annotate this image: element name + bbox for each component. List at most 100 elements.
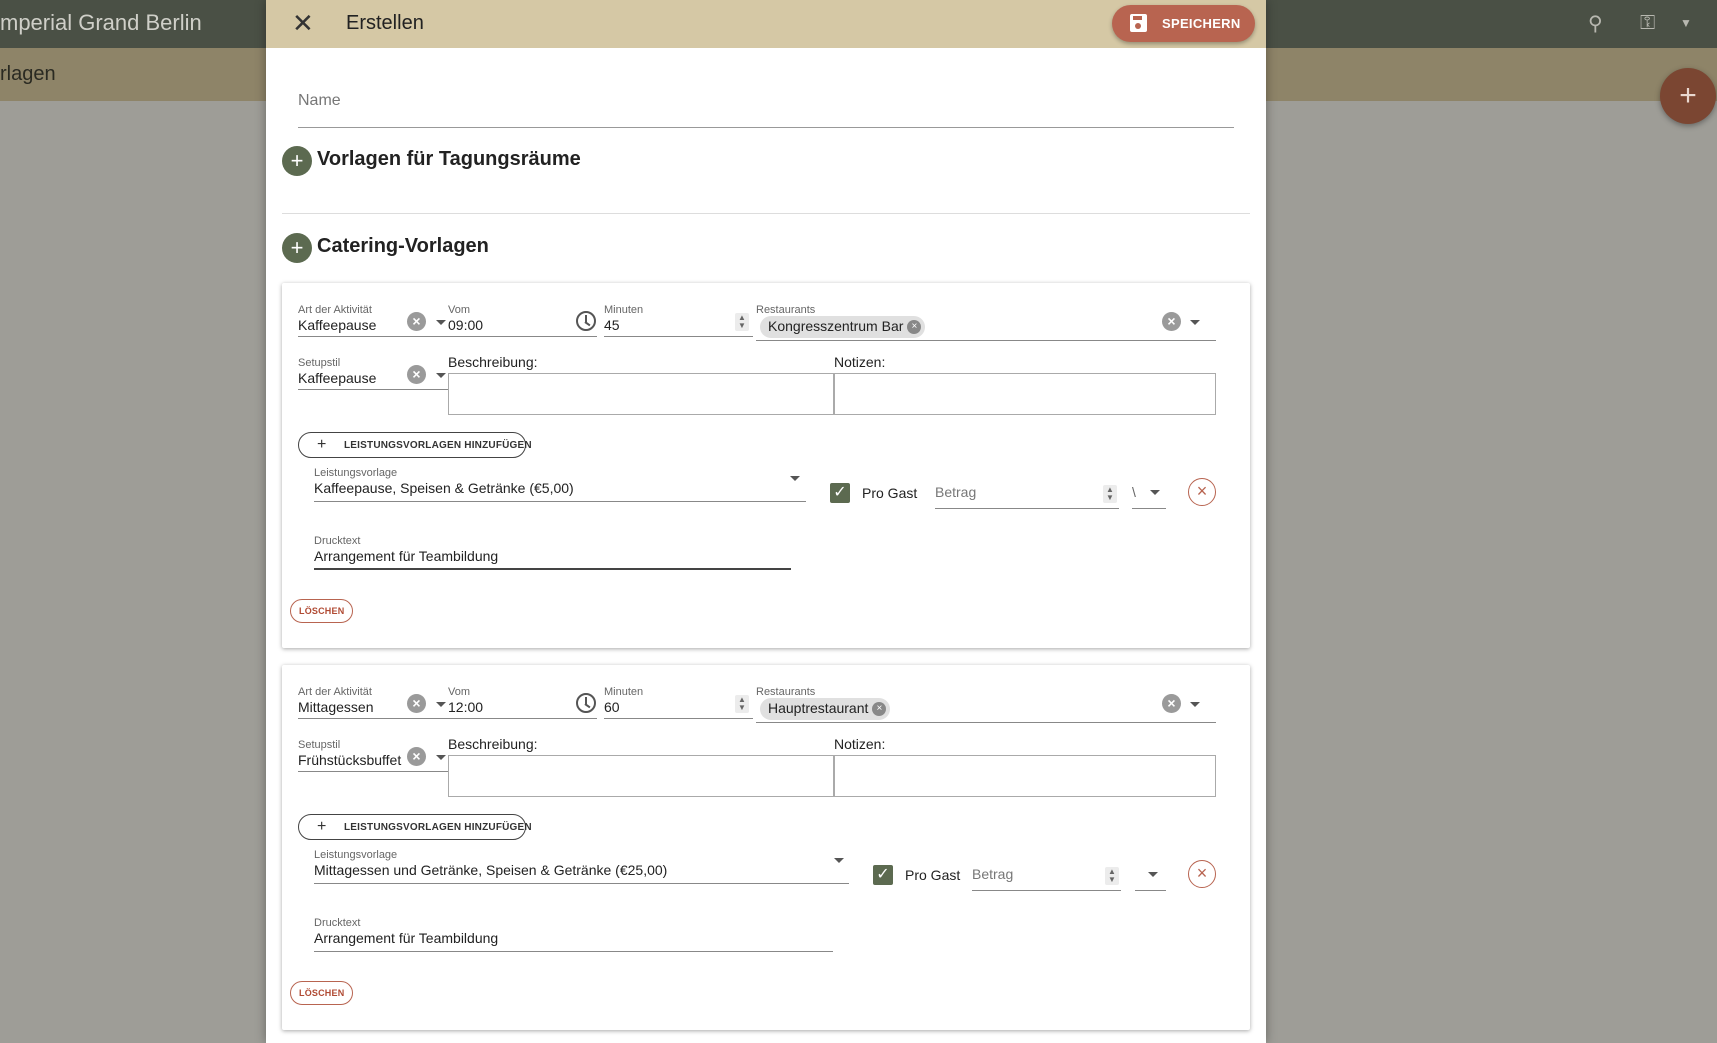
print-text-label: Drucktext [314, 917, 361, 929]
clock-icon[interactable] [576, 693, 596, 713]
remove-service-button[interactable]: × [1188, 478, 1216, 506]
unit-select[interactable]: \ [1132, 476, 1166, 509]
dropdown-arrow-icon[interactable] [1148, 872, 1158, 877]
per-guest-checkbox[interactable]: ✓ [830, 483, 850, 503]
activity-label: Art der Aktivität [298, 686, 372, 698]
setup-label: Setupstil [298, 357, 341, 369]
restaurants-label: Restaurants [756, 304, 816, 316]
dropdown-arrow-icon[interactable] [436, 373, 446, 378]
unit-select[interactable] [1135, 858, 1166, 891]
description-textarea[interactable] [448, 373, 834, 415]
from-value: 12:00 [448, 699, 484, 715]
description-label: Beschreibung: [448, 736, 538, 752]
print-text-input[interactable]: Drucktext Arrangement für Teambildung [314, 917, 833, 952]
notes-textarea[interactable] [834, 373, 1216, 415]
chip-remove-icon[interactable]: × [872, 702, 887, 716]
per-guest-checkbox[interactable]: ✓ [873, 865, 893, 885]
minutes-label: Minuten [604, 304, 644, 316]
search-icon[interactable]: ⚲ [1588, 11, 1603, 36]
setup-select[interactable]: Setupstil Frühstücksbuffet × [298, 739, 453, 772]
key-icon[interactable]: ⚿ [1640, 12, 1655, 35]
delete-card-button[interactable]: LÖSCHEN [290, 981, 354, 1005]
amount-placeholder: Betrag [972, 866, 1014, 882]
activity-value: Kaffeepause [298, 317, 377, 333]
stepper-icon[interactable]: ▲ ▼ [1105, 867, 1119, 885]
dropdown-arrow-icon[interactable] [834, 858, 844, 863]
dropdown-arrow-icon[interactable] [1150, 490, 1160, 495]
close-icon[interactable]: ✕ [292, 8, 314, 38]
create-dialog: ✕ Erstellen SPEICHERN Name + Vorlagen fü… [266, 0, 1266, 1043]
activity-select[interactable]: Art der Aktivität Kaffeepause × [298, 304, 453, 337]
catering-card: Art der Aktivität Kaffeepause × Vom 09:0… [282, 283, 1250, 648]
clear-icon[interactable]: × [1162, 312, 1181, 331]
notes-textarea[interactable] [834, 755, 1216, 797]
name-placeholder: Name [298, 92, 341, 109]
description-textarea[interactable] [448, 755, 834, 797]
dropdown-arrow-icon[interactable] [790, 476, 800, 481]
restaurants-label: Restaurants [756, 686, 816, 698]
clear-icon[interactable]: × [407, 694, 426, 713]
remove-service-button[interactable]: × [1188, 860, 1216, 888]
restaurant-chip: Hauptrestaurant × [760, 698, 891, 720]
notes-label: Notizen: [834, 736, 886, 752]
dropdown-arrow-icon[interactable] [436, 320, 446, 325]
clock-icon[interactable] [576, 311, 596, 331]
restaurants-select[interactable]: Restaurants Kongresszentrum Bar × × [756, 304, 1216, 341]
service-template-label: Leistungsvorlage [314, 467, 398, 479]
description-label: Beschreibung: [448, 354, 538, 370]
from-label: Vom [448, 304, 471, 316]
amount-input[interactable]: Betrag ▲ ▼ [935, 476, 1119, 509]
minutes-input[interactable]: Minuten 60 ▲ ▼ [604, 686, 753, 719]
from-time-input[interactable]: Vom 09:00 [448, 304, 597, 337]
save-button[interactable]: SPEICHERN [1112, 5, 1255, 42]
restaurants-select[interactable]: Restaurants Hauptrestaurant × × [756, 686, 1216, 723]
print-text-value: Arrangement für Teambildung [314, 930, 499, 946]
dropdown-arrow-icon[interactable] [1190, 320, 1200, 325]
stepper-icon[interactable]: ▲ ▼ [735, 695, 749, 713]
print-text-label: Drucktext [314, 535, 361, 547]
setup-select[interactable]: Setupstil Kaffeepause × [298, 357, 453, 390]
page-title: rlagen [0, 63, 56, 85]
minutes-input[interactable]: Minuten 45 ▲ ▼ [604, 304, 753, 337]
amount-placeholder: Betrag [935, 484, 977, 500]
delete-card-button[interactable]: LÖSCHEN [290, 599, 354, 623]
stepper-icon[interactable]: ▲ ▼ [1103, 485, 1117, 503]
clear-icon[interactable]: × [407, 312, 426, 331]
chevron-down-icon[interactable]: ▼ [1680, 16, 1692, 30]
add-service-templates-button[interactable]: + LEISTUNGSVORLAGEN HINZUFÜGEN [298, 814, 532, 840]
dropdown-arrow-icon[interactable] [436, 702, 446, 707]
clear-icon[interactable]: × [407, 365, 426, 384]
dropdown-arrow-icon[interactable] [1190, 702, 1200, 707]
activity-label: Art der Aktivität [298, 304, 372, 316]
setup-value: Frühstücksbuffet [298, 752, 402, 768]
amount-input[interactable]: Betrag ▲ ▼ [972, 858, 1121, 891]
dialog-header: ✕ Erstellen SPEICHERN [266, 0, 1266, 48]
catering-card: Art der Aktivität Mittagessen × Vom 12:0… [282, 665, 1250, 1030]
clear-icon[interactable]: × [1162, 694, 1181, 713]
unit-value: \ [1132, 484, 1136, 500]
activity-select[interactable]: Art der Aktivität Mittagessen × [298, 686, 453, 719]
stepper-icon[interactable]: ▲ ▼ [735, 313, 749, 331]
minutes-value: 45 [604, 317, 620, 333]
rooms-section-title: Vorlagen für Tagungsräume [317, 148, 581, 170]
setup-value: Kaffeepause [298, 370, 377, 386]
chip-remove-icon[interactable]: × [907, 320, 922, 334]
save-button-label: SPEICHERN [1162, 16, 1241, 31]
service-template-value: Mittagessen und Getränke, Speisen & Getr… [314, 862, 668, 878]
clear-icon[interactable]: × [407, 747, 426, 766]
add-service-templates-button[interactable]: + LEISTUNGSVORLAGEN HINZUFÜGEN [298, 432, 532, 458]
name-input[interactable]: Name [298, 80, 1234, 128]
dropdown-arrow-icon[interactable] [436, 755, 446, 760]
from-label: Vom [448, 686, 471, 698]
service-template-select[interactable]: Leistungsvorlage Mittagessen und Getränk… [314, 849, 849, 884]
service-template-select[interactable]: Leistungsvorlage Kaffeepause, Speisen & … [314, 467, 806, 502]
setup-label: Setupstil [298, 739, 341, 751]
activity-value: Mittagessen [298, 699, 374, 715]
save-icon [1130, 14, 1147, 32]
add-room-template-button[interactable]: + [282, 146, 312, 176]
add-fab-button[interactable]: + [1660, 68, 1716, 124]
add-catering-template-button[interactable]: + [282, 233, 312, 263]
print-text-input[interactable]: Drucktext Arrangement für Teambildung [314, 535, 791, 570]
from-time-input[interactable]: Vom 12:00 [448, 686, 597, 719]
per-guest-label: Pro Gast [862, 485, 918, 501]
